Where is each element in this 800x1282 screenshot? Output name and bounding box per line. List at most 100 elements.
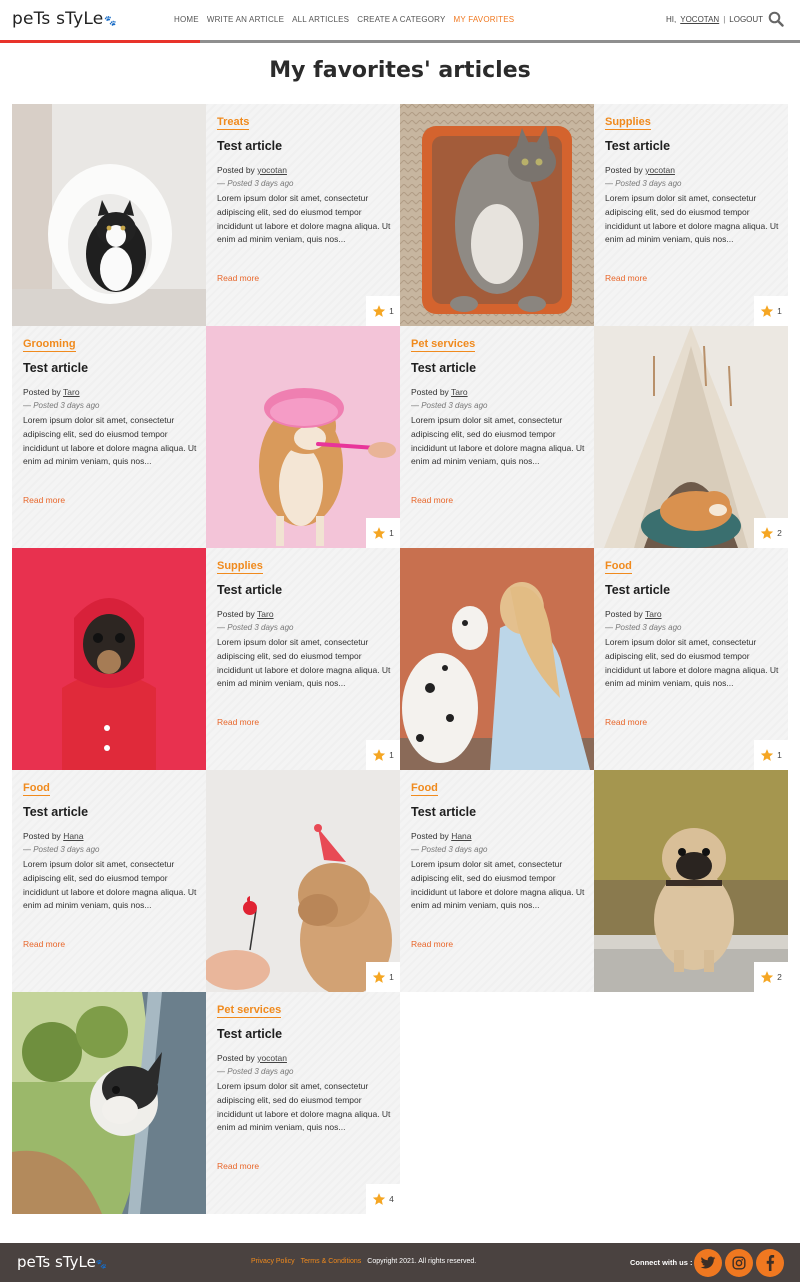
read-more-link[interactable]: Read more — [605, 273, 647, 283]
favorite-badge[interactable]: 1 — [366, 518, 400, 548]
site-logo[interactable]: peTs sTyLe🐾 — [12, 9, 117, 29]
read-more-link[interactable]: Read more — [217, 1161, 259, 1171]
twitter-icon[interactable] — [694, 1249, 722, 1277]
article-card: Food Test article Posted by Taro — Poste… — [594, 548, 788, 770]
article-image-pug-sitting[interactable]: 2 — [594, 770, 788, 992]
article-title[interactable]: Test article — [23, 361, 88, 375]
article-title[interactable]: Test article — [605, 139, 670, 153]
article-image-cat-in-white-tube[interactable] — [12, 104, 206, 326]
star-icon[interactable] — [372, 526, 386, 540]
category-link[interactable]: Pet services — [217, 1004, 282, 1018]
site-logo-text[interactable]: peTs sTyLe — [12, 9, 103, 29]
author-link[interactable]: Taro — [451, 387, 468, 397]
logout-link[interactable]: LOGOUT — [729, 15, 763, 24]
article-title[interactable]: Test article — [605, 583, 670, 597]
article-title[interactable]: Test article — [217, 1027, 282, 1041]
category-link[interactable]: Grooming — [23, 338, 76, 352]
read-more-link[interactable]: Read more — [23, 495, 65, 505]
greeting: HI, — [666, 15, 677, 24]
post-date: — Posted 3 days ago — [23, 401, 100, 410]
footer-logo[interactable]: peTs sTyLe🐾 — [17, 1253, 107, 1271]
article-image-tabby-cat-in-basket[interactable] — [400, 104, 594, 326]
author-link[interactable]: Taro — [63, 387, 80, 397]
top-header: peTs sTyLe🐾 HOME WRITE AN ARTICLE ALL AR… — [0, 0, 800, 40]
category-link[interactable]: Food — [411, 782, 438, 796]
author-link[interactable]: yocotan — [645, 165, 675, 175]
author-link[interactable]: Hana — [451, 831, 471, 841]
favorite-badge[interactable]: 2 — [754, 962, 788, 992]
article-card: Food Test article Posted by Hana — Poste… — [12, 770, 206, 992]
star-icon[interactable] — [760, 304, 774, 318]
article-card: Pet services Test article Posted by Taro… — [400, 326, 594, 548]
nav-create-category[interactable]: CREATE A CATEGORY — [357, 15, 445, 24]
author-link[interactable]: yocotan — [257, 1053, 287, 1063]
article-title[interactable]: Test article — [411, 805, 476, 819]
read-more-link[interactable]: Read more — [411, 939, 453, 949]
article-image-shiba-in-teepee[interactable]: 2 — [594, 326, 788, 548]
article-card: Food Test article Posted by Hana — Poste… — [400, 770, 594, 992]
favorite-badge[interactable]: 4 — [366, 1184, 400, 1214]
favorite-badge[interactable]: 1 — [366, 296, 400, 326]
tabby-cat-in-basket-image — [400, 104, 594, 326]
facebook-icon[interactable] — [756, 1249, 784, 1277]
posted-by-label: Posted by — [217, 1053, 255, 1063]
read-more-link[interactable]: Read more — [217, 717, 259, 727]
read-more-link[interactable]: Read more — [605, 717, 647, 727]
privacy-policy-link[interactable]: Privacy Policy — [251, 1258, 295, 1265]
article-image-boston-terrier-car-window[interactable] — [12, 992, 206, 1214]
category-link[interactable]: Food — [23, 782, 50, 796]
search-icon[interactable] — [768, 11, 784, 27]
star-icon[interactable] — [372, 1192, 386, 1206]
article-image-shiba-shower-cap[interactable]: 1 — [206, 326, 400, 548]
category-link[interactable]: Treats — [217, 116, 250, 130]
nav-home[interactable]: HOME — [174, 15, 199, 24]
terms-link[interactable]: Terms & Conditions — [301, 1258, 362, 1265]
posted-by: Posted by Taro — [411, 387, 468, 397]
category-link[interactable]: Supplies — [217, 560, 263, 574]
author-link[interactable]: Hana — [63, 831, 83, 841]
posted-by: Posted by yocotan — [217, 165, 287, 175]
category-link[interactable]: Supplies — [605, 116, 651, 130]
article-excerpt: Lorem ipsum dolor sit amet, consectetur … — [217, 1081, 391, 1133]
footer-logo-text[interactable]: peTs sTyLe — [17, 1253, 96, 1271]
favorite-count: 2 — [777, 528, 782, 538]
nav-all-articles[interactable]: ALL ARTICLES — [292, 15, 349, 24]
category-link[interactable]: Pet services — [411, 338, 476, 352]
star-icon[interactable] — [760, 748, 774, 762]
favorite-badge[interactable]: 1 — [366, 962, 400, 992]
nav-my-favorites[interactable]: MY FAVORITES — [454, 15, 515, 24]
article-image-dog-red-hoodie[interactable] — [12, 548, 206, 770]
article-excerpt: Lorem ipsum dolor sit amet, consectetur … — [605, 193, 779, 245]
article-title[interactable]: Test article — [23, 805, 88, 819]
posted-by-label: Posted by — [605, 165, 643, 175]
category-link[interactable]: Food — [605, 560, 632, 574]
star-icon[interactable] — [372, 970, 386, 984]
article-excerpt: Lorem ipsum dolor sit amet, consectetur … — [23, 859, 197, 911]
star-icon[interactable] — [372, 748, 386, 762]
article-excerpt: Lorem ipsum dolor sit amet, consectetur … — [605, 637, 779, 689]
favorite-badge[interactable]: 2 — [754, 518, 788, 548]
read-more-link[interactable]: Read more — [23, 939, 65, 949]
dog-red-hoodie-image — [12, 548, 206, 770]
author-link[interactable]: Taro — [645, 609, 662, 619]
star-icon[interactable] — [760, 526, 774, 540]
author-link[interactable]: yocotan — [257, 165, 287, 175]
read-more-link[interactable]: Read more — [217, 273, 259, 283]
article-image-sharpei-party-hat[interactable]: 1 — [206, 770, 400, 992]
posted-by: Posted by yocotan — [605, 165, 675, 175]
instagram-icon[interactable] — [725, 1249, 753, 1277]
nav-write-article[interactable]: WRITE AN ARTICLE — [207, 15, 284, 24]
favorite-badge[interactable]: 1 — [754, 740, 788, 770]
star-icon[interactable] — [760, 970, 774, 984]
star-icon[interactable] — [372, 304, 386, 318]
article-image-woman-dalmatian[interactable] — [400, 548, 594, 770]
author-link[interactable]: Taro — [257, 609, 274, 619]
favorite-badge[interactable]: 1 — [754, 296, 788, 326]
article-title[interactable]: Test article — [217, 583, 282, 597]
article-title[interactable]: Test article — [217, 139, 282, 153]
read-more-link[interactable]: Read more — [411, 495, 453, 505]
username-link[interactable]: YOCOTAN — [680, 15, 719, 24]
article-title[interactable]: Test article — [411, 361, 476, 375]
site-footer: peTs sTyLe🐾 Privacy Policy Terms & Condi… — [0, 1243, 800, 1282]
favorite-badge[interactable]: 1 — [366, 740, 400, 770]
